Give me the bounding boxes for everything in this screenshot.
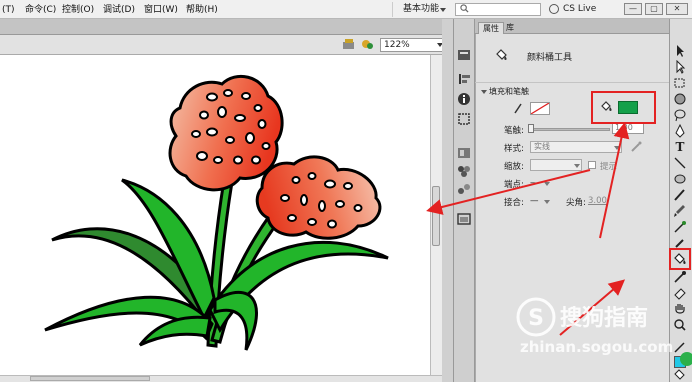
paint-bucket-icon[interactable] (672, 368, 688, 382)
cs-live-icon (549, 4, 559, 14)
highlight-box (591, 91, 656, 124)
edit-stroke-style-icon[interactable] (630, 141, 642, 153)
maximize-button[interactable]: ▢ (645, 3, 663, 15)
stroke-size-slider[interactable] (530, 128, 610, 131)
color-panel-icon[interactable] (456, 146, 472, 160)
stroke-size-label: 笔触: (504, 126, 524, 136)
zoom-value: 122% (384, 40, 410, 50)
minimize-button[interactable]: — (624, 3, 642, 15)
svg-text:S: S (528, 306, 544, 331)
menu-bar: (T) 命令(C) 控制(O) 调试(D) 窗口(W) 帮助(H) 基本功能 C… (0, 0, 692, 19)
tab-properties[interactable]: 属性 (478, 22, 504, 34)
menu-item-text[interactable]: (T) (2, 4, 15, 16)
zoom-tool-icon[interactable] (672, 318, 688, 332)
components-panel-icon[interactable] (456, 182, 472, 196)
edit-scene-icon[interactable] (342, 38, 356, 51)
scale-label: 缩放: (504, 162, 524, 172)
cs-live-button[interactable]: CS Live (563, 4, 596, 14)
text-tool-icon[interactable]: T (672, 140, 688, 154)
miter-label: 尖角: (566, 198, 586, 208)
pencil-tool-icon[interactable] (672, 188, 688, 202)
menu-item-control[interactable]: 控制(O) (62, 4, 94, 16)
join-label: 接合: (504, 198, 524, 208)
stroke-style-dropdown[interactable]: 实线 (530, 141, 622, 153)
align-panel-icon[interactable] (456, 72, 472, 86)
edit-symbol-icon[interactable] (361, 38, 375, 51)
paint-bucket-icon (496, 49, 507, 60)
chevron-down-icon (614, 146, 620, 150)
brush-tool-icon[interactable] (672, 204, 688, 218)
hand-tool-icon[interactable] (672, 302, 688, 316)
panel-gutter (442, 19, 453, 382)
stroke-size-slider-handle[interactable] (528, 124, 534, 133)
cap-icon[interactable]: — (530, 178, 539, 188)
deco-tool-icon[interactable] (672, 220, 688, 234)
document-tab-bar (0, 19, 453, 35)
watermark-url: zhinan.sogou.com (520, 338, 674, 356)
hinting-checkbox[interactable] (588, 161, 596, 169)
3d-rotation-tool-icon[interactable] (672, 92, 688, 106)
menu-item-debug[interactable]: 调试(D) (103, 4, 135, 16)
workspace-label: 基本功能 (403, 4, 440, 14)
free-transform-tool-icon[interactable] (672, 76, 688, 90)
paint-bucket-tool-icon[interactable] (672, 252, 688, 266)
oval-tool-icon[interactable] (672, 172, 688, 186)
swatches-panel-icon[interactable] (456, 164, 472, 178)
cap-label: 端点: (504, 180, 524, 190)
stroke-style-value: 实线 (534, 142, 550, 151)
chevron-down-icon (574, 164, 580, 168)
hinting-label: 提示 (600, 162, 618, 172)
chevron-down-icon[interactable] (544, 200, 550, 204)
stroke-color-swatch[interactable] (530, 102, 550, 115)
stage-canvas[interactable] (0, 55, 430, 375)
info-panel-icon[interactable] (456, 92, 472, 106)
tool-title: 颜料桶工具 (527, 53, 573, 63)
divider (475, 82, 669, 83)
properties-panel-icon[interactable] (456, 48, 472, 62)
pen-tool-icon[interactable] (672, 124, 688, 138)
chevron-down-icon[interactable] (544, 182, 550, 186)
tab-library[interactable]: 库 (502, 22, 518, 34)
pencil-icon (514, 103, 522, 114)
line-tool-icon[interactable] (672, 156, 688, 170)
transform-panel-icon[interactable] (456, 112, 472, 126)
vertical-scroll-thumb[interactable] (432, 186, 440, 246)
flower-illustration (44, 74, 389, 351)
lasso-tool-icon[interactable] (672, 108, 688, 122)
library-panel-icon[interactable] (456, 212, 472, 226)
search-icon (460, 4, 469, 13)
sogou-logo: S (516, 297, 556, 337)
chevron-down-icon (440, 8, 446, 12)
subselection-tool-icon[interactable] (672, 60, 688, 74)
miter-value[interactable]: 3.00 (588, 196, 607, 206)
menu-item-help[interactable]: 帮助(H) (186, 4, 218, 16)
status-badge (680, 352, 692, 366)
menu-item-commands[interactable]: 命令(C) (25, 4, 56, 16)
close-button[interactable]: ✕ (666, 3, 688, 15)
horizontal-scroll-thumb[interactable] (30, 376, 150, 381)
menu-item-window[interactable]: 窗口(W) (144, 4, 178, 16)
eyedropper-tool-icon[interactable] (672, 270, 688, 284)
selection-tool-icon[interactable] (672, 44, 688, 58)
style-label: 样式: (504, 144, 524, 154)
eraser-tool-icon[interactable] (672, 286, 688, 300)
watermark-brand: 搜狗指南 (560, 306, 649, 331)
join-icon[interactable]: — (530, 196, 539, 206)
